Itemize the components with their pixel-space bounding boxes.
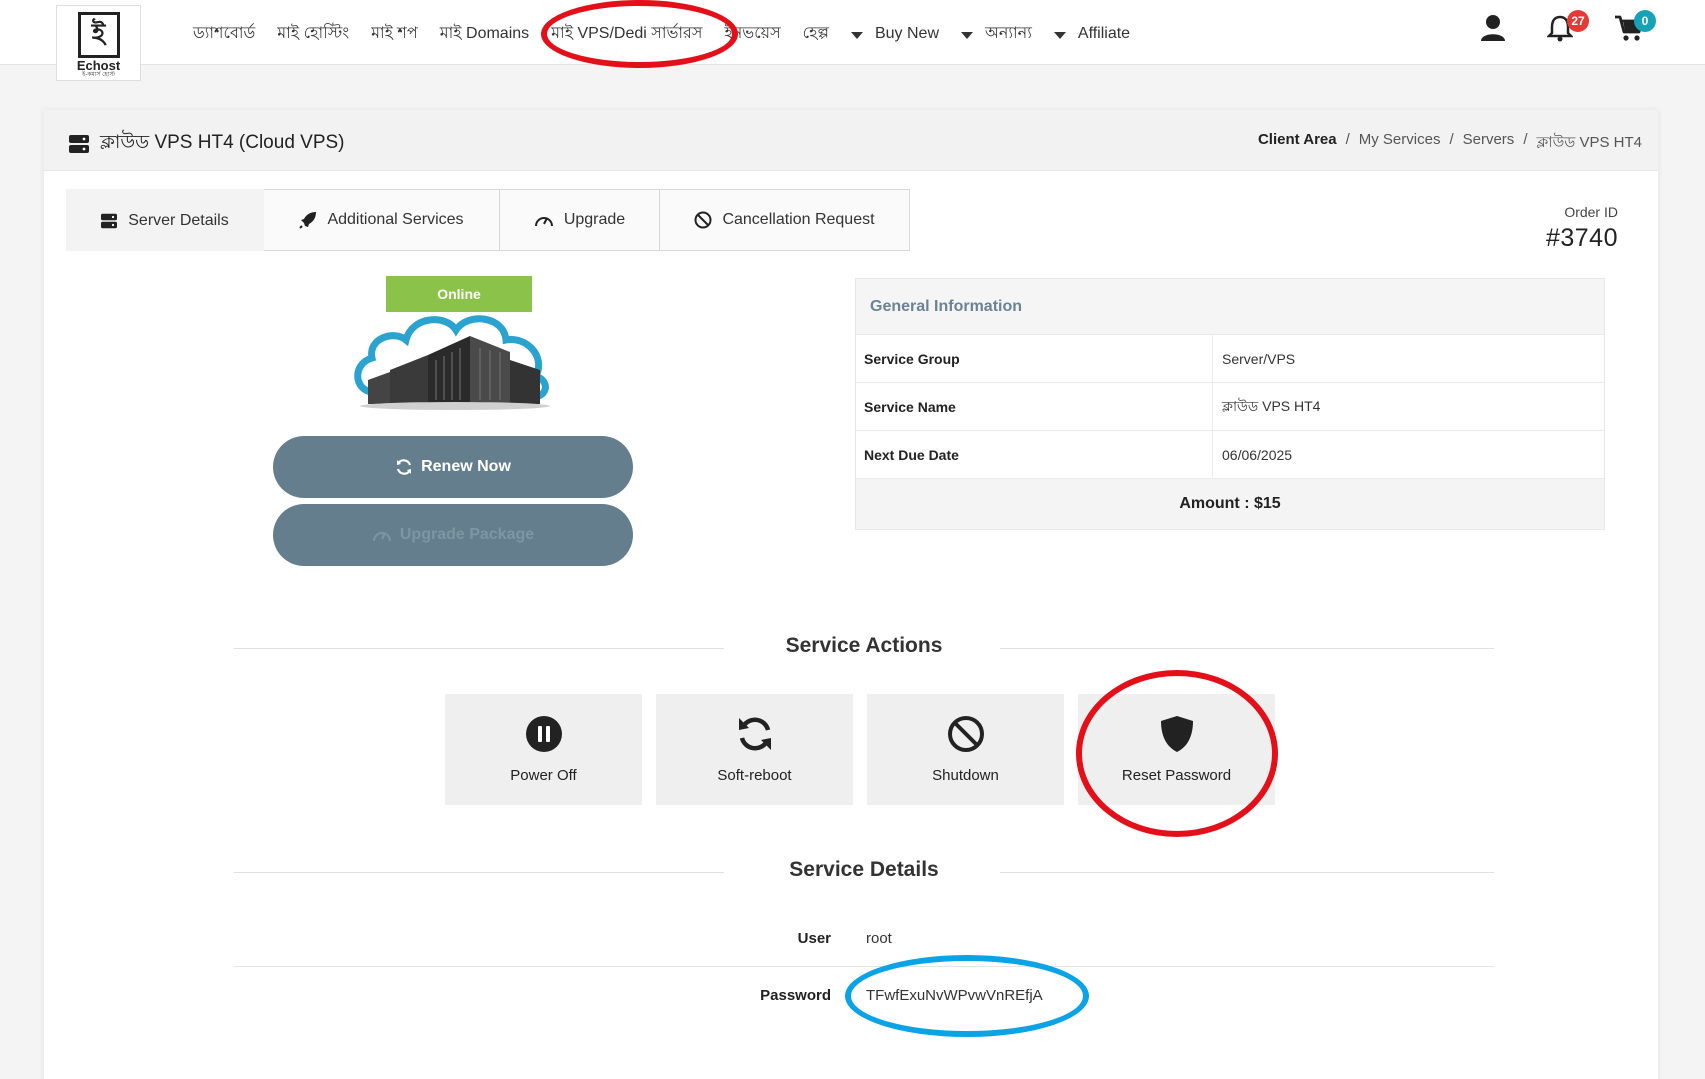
renew-now-label: Renew Now xyxy=(421,458,511,475)
refresh-icon xyxy=(397,459,412,475)
reset-password-button[interactable]: Reset Password xyxy=(1078,694,1275,805)
nav-item-help[interactable]: হেল্প xyxy=(803,20,829,47)
service-tabs: Server Details Additional Services Upgra… xyxy=(66,189,1646,251)
tab-additional-services-label: Additional Services xyxy=(327,211,464,228)
tab-upgrade-label: Upgrade xyxy=(563,211,626,228)
nav-item-others[interactable]: অন্যান্য xyxy=(961,20,1032,47)
nav-item-buy-new-label: Buy New xyxy=(874,24,939,42)
server-icon xyxy=(101,213,118,228)
general-information-heading: General Information xyxy=(856,279,1604,335)
breadcrumb-client-area[interactable]: Client Area xyxy=(1258,131,1337,156)
page-title: ক্লাউড VPS HT4 (Cloud VPS) xyxy=(68,128,345,160)
shutdown-button[interactable]: Shutdown xyxy=(867,694,1064,805)
user-icon[interactable] xyxy=(1480,14,1510,44)
info-value: Server/VPS xyxy=(1222,350,1296,367)
cart-count-badge: 0 xyxy=(1634,10,1656,32)
echost-logo[interactable]: ই Echost ই-কমার্স হোস্ট xyxy=(56,5,141,81)
server-icon xyxy=(69,135,89,153)
top-navbar: ই Echost ই-কমার্স হোস্ট ড্যাশবোর্ড মাই হ… xyxy=(0,0,1705,81)
breadcrumb-separator: / xyxy=(1345,131,1350,148)
logo-text: Echost xyxy=(76,58,121,73)
refresh-icon xyxy=(738,717,771,751)
service-details-title: Service Details xyxy=(789,858,939,881)
soft-reboot-button[interactable]: Soft-reboot xyxy=(656,694,853,805)
nav-item-others-label: অন্যান্য xyxy=(985,25,1032,42)
ban-icon xyxy=(947,716,984,752)
info-key: Service Group xyxy=(856,335,1213,382)
soft-reboot-label: Soft-reboot xyxy=(717,767,792,784)
caret-down-icon xyxy=(961,31,973,39)
power-off-label: Power Off xyxy=(510,767,577,784)
user-row: User root xyxy=(234,911,1494,967)
renew-now-button[interactable]: Renew Now xyxy=(273,436,633,498)
gauge-icon xyxy=(534,217,553,227)
cloud-server-image xyxy=(354,315,550,410)
rocket-icon xyxy=(299,212,317,229)
main-nav: ড্যাশবোর্ড মাই হোস্টিং মাই শপ মাই Domain… xyxy=(193,20,1152,47)
notification-bell-icon[interactable]: 27 xyxy=(1545,10,1589,44)
info-row: Service Name ক্লাউড VPS HT4 xyxy=(856,383,1604,431)
breadcrumb: Client Area / My Services / Servers / ক্লাউ… xyxy=(1258,131,1642,156)
card-header: ক্লাউড VPS HT4 (Cloud VPS) Client Area / … xyxy=(44,110,1658,171)
order-id: Order ID #3740 xyxy=(1546,204,1618,253)
breadcrumb-separator: / xyxy=(1523,131,1528,148)
user-value: root xyxy=(866,930,892,947)
shield-icon xyxy=(1160,716,1193,752)
breadcrumb-current: ক্লাউড VPS HT4 xyxy=(1536,134,1642,151)
logo-mark-icon: ই xyxy=(77,12,120,58)
shutdown-label: Shutdown xyxy=(932,767,999,784)
gauge-icon xyxy=(372,532,391,542)
caret-down-icon xyxy=(1053,31,1066,39)
service-actions-title: Service Actions xyxy=(785,634,943,657)
nav-item-dashboard[interactable]: ড্যাশবোর্ড xyxy=(193,20,255,47)
ban-icon xyxy=(694,211,712,229)
nav-item-affiliate-label: Affiliate xyxy=(1077,24,1131,42)
info-value: 06/06/2025 xyxy=(1222,446,1293,463)
nav-item-my-vps[interactable]: মাই VPS/Dedi সার্ভারস xyxy=(551,20,702,47)
header-icons: 27 0 xyxy=(1480,10,1681,44)
page-title-text: ক্লাউড VPS HT4 (Cloud VPS) xyxy=(100,132,345,153)
upgrade-package-label: Upgrade Package xyxy=(399,526,535,543)
breadcrumb-separator: / xyxy=(1449,131,1454,148)
tab-cancellation-request[interactable]: Cancellation Request xyxy=(660,189,910,251)
password-value[interactable]: TFwfExuNvWPvwVnREfjA xyxy=(846,987,1043,1004)
service-actions: Power Off Soft-reboot Shutdown Reset Pas… xyxy=(445,694,1289,805)
caret-down-icon xyxy=(850,31,863,39)
password-label: Password xyxy=(760,986,831,1004)
tab-cancellation-request-label: Cancellation Request xyxy=(722,211,875,228)
info-value: ক্লাউড VPS HT4 xyxy=(1222,397,1321,414)
notification-count-badge: 27 xyxy=(1567,10,1589,32)
order-id-number: #3740 xyxy=(1545,224,1618,252)
power-off-button[interactable]: Power Off xyxy=(445,694,642,805)
nav-item-invoices[interactable]: ইনভয়েস xyxy=(724,20,780,47)
service-actions-heading: Service Actions xyxy=(234,634,1494,664)
upgrade-package-button[interactable]: Upgrade Package xyxy=(273,504,633,566)
nav-item-my-shop[interactable]: মাই শপ xyxy=(371,20,418,47)
info-row: Next Due Date 06/06/2025 xyxy=(856,431,1604,479)
logo-subtext: ই-কমার্স হোস্ট xyxy=(82,72,115,78)
cart-icon[interactable]: 0 xyxy=(1614,10,1656,44)
breadcrumb-servers[interactable]: Servers xyxy=(1463,131,1515,156)
reset-password-label: Reset Password xyxy=(1121,767,1232,784)
amount-row: Amount : $15 xyxy=(856,479,1604,529)
general-information-panel: General Information Service Group Server… xyxy=(855,278,1605,530)
nav-item-my-domains[interactable]: মাই Domains xyxy=(440,20,529,47)
pause-circle-icon xyxy=(525,716,562,752)
breadcrumb-my-services[interactable]: My Services xyxy=(1359,131,1441,156)
nav-item-buy-new[interactable]: Buy New xyxy=(850,24,939,43)
nav-item-my-hosting[interactable]: মাই হোস্টিং xyxy=(277,20,349,47)
tab-server-details[interactable]: Server Details xyxy=(66,189,264,251)
user-label: User xyxy=(797,930,831,947)
tab-upgrade[interactable]: Upgrade xyxy=(500,189,660,251)
nav-item-affiliate[interactable]: Affiliate xyxy=(1053,24,1131,43)
password-row: Password TFwfExuNvWPvwVnREfjA xyxy=(234,967,1494,1023)
info-row: Service Group Server/VPS xyxy=(856,335,1604,383)
service-card: ক্লাউড VPS HT4 (Cloud VPS) Client Area / … xyxy=(44,110,1658,1079)
tab-server-details-label: Server Details xyxy=(128,211,229,229)
tab-additional-services[interactable]: Additional Services xyxy=(264,189,500,251)
order-id-label: Order ID xyxy=(1564,204,1618,220)
info-key: Service Name xyxy=(856,383,1213,430)
service-details-heading: Service Details xyxy=(234,858,1494,888)
info-key: Next Due Date xyxy=(856,431,1213,478)
